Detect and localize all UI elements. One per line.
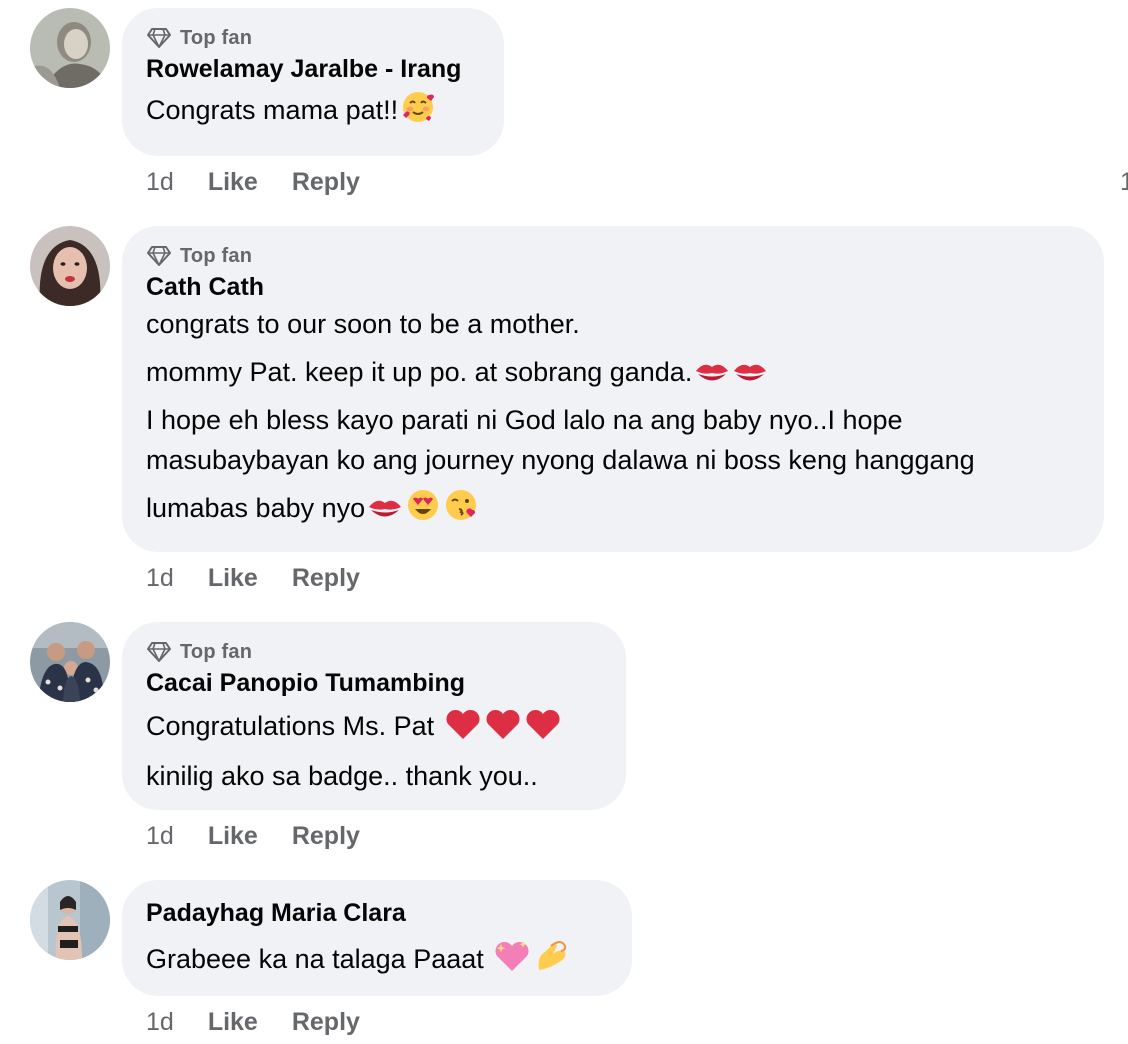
comment-text: kinilig ako sa badge.. thank you.. <box>146 761 538 791</box>
comment-text-line: Congratulations Ms. Pat <box>146 704 602 754</box>
kiss-mark-icon <box>367 492 403 536</box>
like-button[interactable]: Like <box>208 564 258 593</box>
face-blowing-kiss-icon <box>443 487 479 536</box>
comment-text-line: congrats to our soon to be a mother. <box>146 304 1080 344</box>
comment-text: I hope eh bless kayo parati ni God lalo … <box>146 405 903 435</box>
comment-text: Congrats mama pat!! <box>146 95 399 125</box>
comment-author[interactable]: Cacai Panopio Tumambing <box>146 666 602 700</box>
comment-text: Congratulations Ms. Pat <box>146 711 442 741</box>
comment-bubble: Top fan Cacai Panopio Tumambing Congratu… <box>122 622 626 810</box>
comment-actions: 1d Like Reply <box>146 819 360 853</box>
smiling-face-with-hearts-icon <box>400 89 436 138</box>
comment-timestamp[interactable]: 1d <box>146 564 174 593</box>
comment-author[interactable]: Rowelamay Jaralbe - Irang <box>146 52 480 86</box>
comment-actions: 1d Like Reply <box>146 165 360 199</box>
avatar[interactable] <box>30 622 110 702</box>
comment-text-line: Congrats mama pat!! <box>146 88 480 138</box>
like-button[interactable]: Like <box>208 168 258 197</box>
reply-button[interactable]: Reply <box>292 168 360 197</box>
comment-author[interactable]: Cath Cath <box>146 270 1080 304</box>
comment-text-line: mommy Pat. keep it up po. at sobrang gan… <box>146 350 1080 400</box>
avatar[interactable] <box>30 226 110 306</box>
comment-bubble: Padayhag Maria Clara Grabeee ka na talag… <box>122 880 632 996</box>
comment-actions: 1d Like Reply <box>146 561 360 595</box>
comment-text-line: masubaybayan ko ang journey nyong dalawa… <box>146 440 1080 480</box>
comment-text: masubaybayan ko ang journey nyong dalawa… <box>146 445 975 475</box>
pinching-hand-icon <box>533 936 571 987</box>
comment-timestamp[interactable]: 1d <box>146 822 174 851</box>
reply-button[interactable]: Reply <box>292 1008 360 1037</box>
reply-button[interactable]: Reply <box>292 822 360 851</box>
sparkling-heart-icon <box>493 938 531 987</box>
diamond-icon <box>147 28 171 48</box>
avatar[interactable] <box>30 8 110 88</box>
reply-button[interactable]: Reply <box>292 564 360 593</box>
comment-bubble: Top fan Cath Cath congrats to our soon t… <box>122 226 1104 552</box>
comment-text: Grabeee ka na talaga Paaat <box>146 944 492 974</box>
comment-text-line: Grabeee ka na talaga Paaat <box>146 936 608 987</box>
comment-bubble: Top fan Rowelamay Jaralbe - Irang Congra… <box>122 8 504 156</box>
red-heart-icon <box>484 707 522 754</box>
kiss-mark-icon <box>732 356 768 400</box>
red-heart-icon <box>444 707 482 754</box>
badge-label: Top fan <box>180 640 253 663</box>
comment-timestamp[interactable]: 1d <box>146 168 174 197</box>
comment-text-line: kinilig ako sa badge.. thank you.. <box>146 756 602 796</box>
kiss-mark-icon <box>694 356 730 400</box>
heart-eyes-icon <box>405 487 441 536</box>
top-fan-badge[interactable]: Top fan <box>146 242 1080 270</box>
diamond-icon <box>147 642 171 662</box>
comment-text-line: I hope eh bless kayo parati ni God lalo … <box>146 400 1080 440</box>
comment-author[interactable]: Padayhag Maria Clara <box>146 896 608 930</box>
like-button[interactable]: Like <box>208 822 258 851</box>
red-heart-icon <box>524 707 562 754</box>
badge-label: Top fan <box>180 26 253 49</box>
comment-text: mommy Pat. keep it up po. at sobrang gan… <box>146 357 693 387</box>
top-fan-badge[interactable]: Top fan <box>146 24 480 52</box>
comment-text-line: lumabas baby nyo <box>146 486 1080 536</box>
badge-label: Top fan <box>180 244 253 267</box>
comment-timestamp[interactable]: 1d <box>146 1008 174 1037</box>
diamond-icon <box>147 246 171 266</box>
reaction-count[interactable]: 1 <box>1120 168 1128 197</box>
comment-text: congrats to our soon to be a mother. <box>146 309 580 339</box>
comment-actions: 1d Like Reply <box>146 1005 360 1039</box>
comment-text: lumabas baby nyo <box>146 493 366 523</box>
avatar[interactable] <box>30 880 110 960</box>
comments-feed: Top fan Rowelamay Jaralbe - Irang Congra… <box>0 0 1128 1044</box>
like-button[interactable]: Like <box>208 1008 258 1037</box>
top-fan-badge[interactable]: Top fan <box>146 638 602 666</box>
